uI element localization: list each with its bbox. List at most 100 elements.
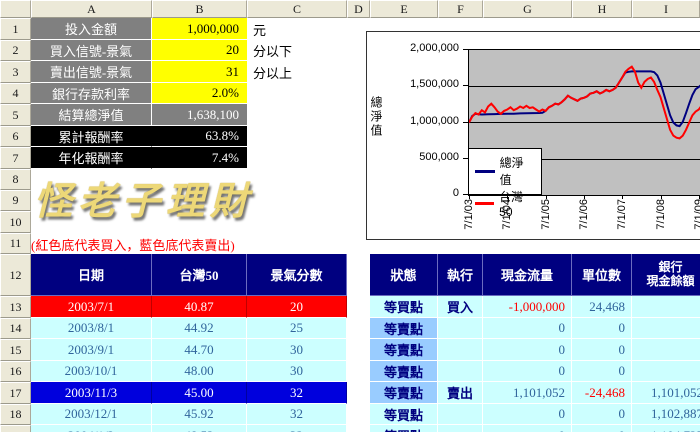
param-value-cell[interactable]: 63.8% [152, 126, 247, 147]
bank-cell[interactable] [632, 339, 700, 361]
action-cell[interactable] [438, 404, 483, 425]
price-cell[interactable]: 44.70 [152, 339, 247, 361]
column-header-c[interactable]: C [247, 0, 347, 18]
header-date[interactable]: 日期 [31, 254, 152, 296]
price-cell[interactable]: 40.87 [152, 296, 247, 318]
score-cell[interactable]: 30 [247, 339, 347, 361]
header-cashflow[interactable]: 現金流量 [483, 254, 572, 296]
param-label-cell[interactable]: 銀行存款利率 [31, 83, 152, 104]
date-cell[interactable]: 2003/12/1 [31, 404, 152, 425]
chart-legend[interactable]: 總淨值 台灣50 [468, 148, 542, 219]
header-score[interactable]: 景氣分數 [247, 254, 347, 296]
status-cell[interactable]: 等買點 [370, 296, 438, 318]
color-legend-note[interactable]: (紅色底代表買入，藍色底代表賣出) [31, 234, 235, 254]
action-cell[interactable] [438, 425, 483, 432]
cashflow-cell[interactable]: 0 [483, 339, 572, 361]
column-header-b[interactable]: B [152, 0, 247, 18]
header-taiwan50[interactable]: 台灣50 [152, 254, 247, 296]
price-cell[interactable]: 45.00 [152, 382, 247, 404]
score-cell[interactable]: 32 [247, 404, 347, 425]
units-cell[interactable]: 0 [572, 404, 632, 425]
param-label-cell[interactable]: 買入信號-景氣 [31, 40, 152, 61]
price-cell[interactable]: 48.52 [152, 425, 247, 432]
header-units[interactable]: 單位數 [572, 254, 632, 296]
cashflow-cell[interactable]: 0 [483, 404, 572, 425]
bank-cell[interactable]: 1,101,052 [632, 382, 700, 404]
status-cell[interactable]: 等賣點 [370, 339, 438, 361]
param-label-cell[interactable]: 累計報酬率 [31, 126, 152, 147]
row-header-8[interactable]: 8 [0, 169, 31, 190]
date-cell[interactable]: 2003/11/3 [31, 382, 152, 404]
price-cell[interactable]: 48.00 [152, 361, 247, 382]
column-header-f[interactable]: F [438, 0, 483, 18]
units-cell[interactable]: 24,468 [572, 296, 632, 318]
status-cell[interactable]: 等買點 [370, 404, 438, 425]
data-row-15: 2003/9/1 44.70 30 等賣點 0 0 [0, 339, 700, 361]
header-bank-balance[interactable]: 銀行 現金餘額 [632, 254, 700, 296]
action-cell[interactable] [438, 339, 483, 361]
cashflow-cell[interactable]: 0 [483, 425, 572, 432]
cashflow-cell[interactable]: 0 [483, 361, 572, 382]
param-value-cell[interactable]: 1,000,000 [152, 18, 247, 40]
row-header-11[interactable]: 11 [0, 233, 31, 254]
site-logo[interactable]: 怪老子理財 [34, 166, 264, 228]
header-status[interactable]: 狀態 [370, 254, 438, 296]
date-cell[interactable]: 2003/7/1 [31, 296, 152, 318]
param-label-cell[interactable]: 結算總淨值 [31, 104, 152, 126]
score-cell[interactable]: 32 [247, 382, 347, 404]
bank-cell[interactable]: 1,104,725 [632, 425, 700, 432]
status-cell[interactable]: 等賣點 [370, 382, 438, 404]
param-value-cell[interactable]: 1,638,100 [152, 104, 247, 126]
row-header-9[interactable]: 9 [0, 190, 31, 211]
units-cell[interactable]: -24,468 [572, 382, 632, 404]
price-cell[interactable]: 44.92 [152, 318, 247, 339]
units-cell[interactable]: 0 [572, 318, 632, 339]
date-cell[interactable]: 2003/10/1 [31, 361, 152, 382]
bank-cell[interactable] [632, 296, 700, 318]
param-label-cell[interactable]: 賣出信號-景氣 [31, 61, 152, 83]
score-cell[interactable]: 32 [247, 425, 347, 432]
units-cell[interactable]: 0 [572, 361, 632, 382]
header-action[interactable]: 執行 [438, 254, 483, 296]
bank-cell[interactable] [632, 318, 700, 339]
action-cell[interactable]: 買入 [438, 296, 483, 318]
action-cell[interactable]: 賣出 [438, 382, 483, 404]
param-unit-cell[interactable]: 元 [247, 18, 347, 40]
action-cell[interactable] [438, 318, 483, 339]
date-cell[interactable]: 2004/1/2 [31, 425, 152, 432]
column-header-a[interactable]: A [31, 0, 152, 18]
param-value-cell[interactable]: 20 [152, 40, 247, 61]
bank-cell[interactable] [632, 361, 700, 382]
status-cell[interactable]: 等賣點 [370, 318, 438, 339]
param-unit-cell[interactable]: 分以上 [247, 61, 347, 83]
param-value-cell[interactable]: 31 [152, 61, 247, 83]
select-all-corner[interactable] [0, 0, 31, 18]
score-cell[interactable]: 30 [247, 361, 347, 382]
score-cell[interactable]: 20 [247, 296, 347, 318]
column-header-i[interactable]: I [632, 0, 700, 18]
param-unit-cell[interactable]: 分以下 [247, 40, 347, 61]
column-header-g[interactable]: G [483, 0, 572, 18]
units-cell[interactable]: 0 [572, 425, 632, 432]
cashflow-cell[interactable]: 0 [483, 318, 572, 339]
column-header-e[interactable]: E [370, 0, 438, 18]
column-header-h[interactable]: H [572, 0, 632, 18]
param-value-cell[interactable]: 2.0% [152, 83, 247, 104]
units-cell[interactable]: 0 [572, 339, 632, 361]
legend-line-taiwan50-icon [475, 202, 495, 205]
data-row-14: 2003/8/1 44.92 25 等賣點 0 0 [0, 318, 700, 339]
net-value-chart[interactable]: 總淨值 0 500,000 1,000,000 1,500,000 2,000,000 7… [366, 31, 700, 240]
cashflow-cell[interactable]: -1,000,000 [483, 296, 572, 318]
row-header-10[interactable]: 10 [0, 211, 31, 233]
score-cell[interactable]: 25 [247, 318, 347, 339]
date-cell[interactable]: 2003/8/1 [31, 318, 152, 339]
action-cell[interactable] [438, 361, 483, 382]
cashflow-cell[interactable]: 1,101,052 [483, 382, 572, 404]
column-header-d[interactable]: D [347, 0, 370, 18]
date-cell[interactable]: 2003/9/1 [31, 339, 152, 361]
param-label-cell[interactable]: 投入金額 [31, 18, 152, 40]
bank-cell[interactable]: 1,102,887 [632, 404, 700, 425]
status-cell[interactable]: 等賣點 [370, 361, 438, 382]
price-cell[interactable]: 45.92 [152, 404, 247, 425]
status-cell[interactable]: 等買點 [370, 425, 438, 432]
